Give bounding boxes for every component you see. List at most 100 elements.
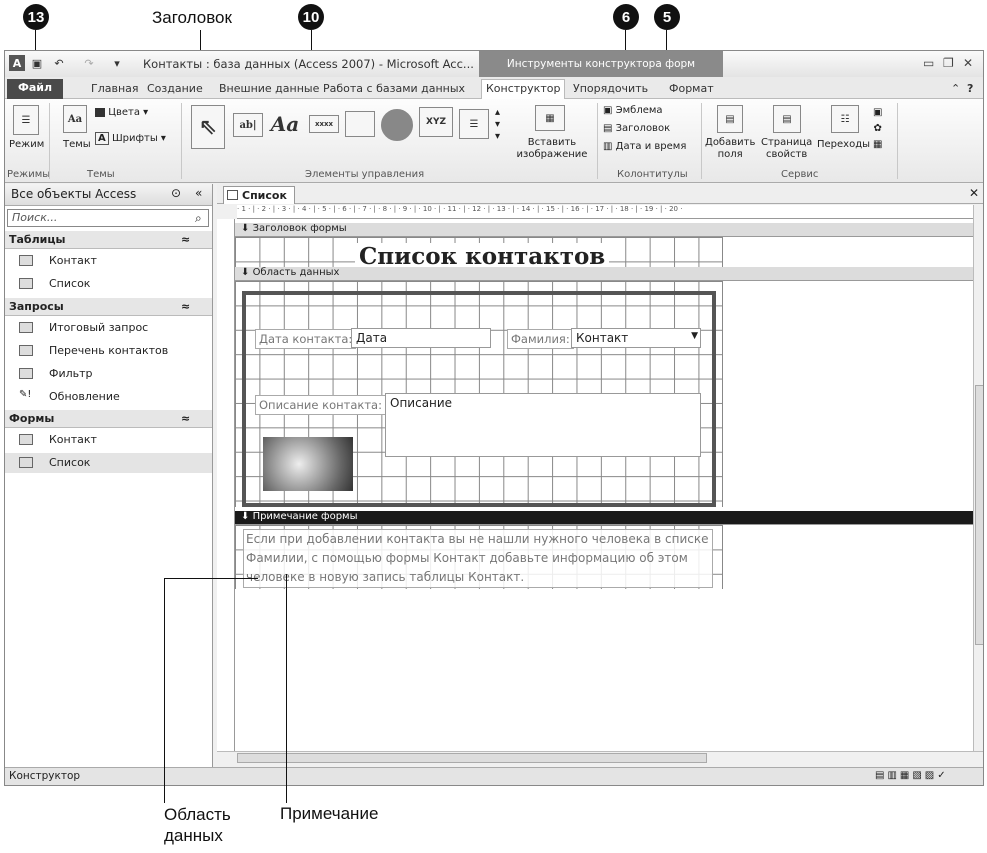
nav-section-queries[interactable]: Запросы ≈ xyxy=(5,298,212,316)
nav-item-list-table[interactable]: Список xyxy=(5,274,212,294)
form-title-label[interactable]: Список контактов xyxy=(355,243,610,270)
help-icon[interactable]: ? xyxy=(963,80,977,98)
nav-item-update-query[interactable]: ✎! Обновление xyxy=(5,387,212,407)
context-tools-band: Инструменты конструктора форм xyxy=(479,51,723,77)
form-icon xyxy=(227,190,238,200)
form-icon xyxy=(19,457,33,468)
contact-photo[interactable] xyxy=(263,437,353,491)
restore-icon[interactable]: ❐ xyxy=(943,56,954,70)
nav-item-contact-list-query[interactable]: Перечень контактов xyxy=(5,341,212,361)
chevron-down-icon[interactable]: ▼ xyxy=(691,331,698,341)
hyperlink-tool-icon[interactable] xyxy=(381,109,413,141)
button-tool-icon[interactable]: xxxx xyxy=(309,115,339,133)
query-icon xyxy=(19,345,33,356)
customize-qat-icon[interactable]: ▾ xyxy=(109,55,125,71)
transitions-button[interactable]: Переходы xyxy=(817,139,870,150)
insert-image-icon[interactable]: ▦ xyxy=(535,105,565,131)
navigation-pane: Все объекты Access ⊙ « Поиск... ⌕ Таблицы ≈… xyxy=(5,184,213,767)
footer-note-text[interactable]: Если при добавлении контакта вы не нашли… xyxy=(243,529,713,588)
minimize-icon[interactable]: ▭ xyxy=(923,56,934,70)
undo-icon[interactable]: ↶ xyxy=(51,55,67,71)
more-controls-icon[interactable]: ☰ xyxy=(459,109,489,139)
status-text: Конструктор xyxy=(9,770,81,782)
date-label[interactable]: Дата контакта: xyxy=(255,329,357,349)
tab-design[interactable]: Конструктор xyxy=(481,79,566,100)
redo-icon[interactable]: ↷ xyxy=(81,55,97,71)
doc-tab-list[interactable]: Список xyxy=(223,186,295,204)
property-sheet-icon[interactable]: ▤ xyxy=(773,105,801,133)
tab-database-tools[interactable]: Работа с базами данных xyxy=(319,80,469,98)
nav-pane-header[interactable]: Все объекты Access ⊙ « xyxy=(5,184,212,206)
callout-5: 5 xyxy=(654,4,680,30)
window-title: Контакты : база данных (Access 2007) - M… xyxy=(143,57,474,71)
nav-dropdown-icon[interactable]: ⊙ xyxy=(171,186,181,200)
select-pointer-icon[interactable]: ⇖ xyxy=(191,105,225,149)
form-footer-bar[interactable]: ⬇ Примечание формы xyxy=(235,511,973,525)
nav-item-contact-form[interactable]: Контакт xyxy=(5,430,212,450)
ribbon: ☰ Режим Режимы Aa Темы Цвета ▾ A Шрифты … xyxy=(5,99,983,183)
surname-label[interactable]: Фамилия: xyxy=(507,329,574,349)
gallery-expand-icon[interactable]: ▴ ▾ ▾ xyxy=(495,107,500,143)
tab-arrange[interactable]: Упорядочить xyxy=(569,80,652,98)
view-switch-icons[interactable]: ▤▥▦▧▨✓ xyxy=(875,770,949,781)
ribbon-tabs: Файл Главная Создание Внешние данные Раб… xyxy=(5,77,983,100)
detail-section-bar[interactable]: ⬇ Область данных xyxy=(235,267,973,281)
search-icon[interactable]: ⌕ xyxy=(195,211,202,226)
textbox-tool-icon[interactable]: ab| xyxy=(233,113,263,137)
extra-tools-icon[interactable]: ▣ ✿ ▦ xyxy=(873,105,882,153)
tab-external-data[interactable]: Внешние данные xyxy=(215,80,323,98)
vertical-scrollbar[interactable] xyxy=(973,205,983,765)
property-sheet-button[interactable]: Страница свойств xyxy=(761,137,812,161)
label-tool-icon[interactable]: Aa xyxy=(267,109,303,139)
callout-13: 13 xyxy=(23,4,49,30)
colors-button[interactable]: Цвета ▾ xyxy=(95,107,148,118)
nav-item-list-form[interactable]: Список xyxy=(5,453,212,473)
title-button[interactable]: ▤ Заголовок xyxy=(603,123,670,134)
callout-6: 6 xyxy=(613,4,639,30)
description-label[interactable]: Описание контакта: xyxy=(255,395,386,415)
add-fields-button[interactable]: Добавить поля xyxy=(705,137,755,161)
group-header-footer-label: Колонтитулы xyxy=(617,169,688,180)
add-fields-icon[interactable]: ▤ xyxy=(717,105,743,133)
tab-file[interactable]: Файл xyxy=(7,79,63,99)
document-tabs: Список ✕ xyxy=(217,184,983,204)
view-mode-icon[interactable]: ☰ xyxy=(13,105,39,135)
save-icon[interactable]: ▣ xyxy=(29,55,45,71)
callout-data-label: Область данных xyxy=(164,805,231,845)
description-field[interactable]: Описание xyxy=(385,393,701,457)
tab-home[interactable]: Главная xyxy=(87,80,143,98)
title-bar: A ▣ ↶ ↷ ▾ Контакты : база данных (Access… xyxy=(5,51,983,77)
insert-image-button[interactable]: Вставить изображение xyxy=(509,137,595,161)
table-icon xyxy=(19,278,33,289)
option-group-tool-icon[interactable]: XYZ xyxy=(419,107,453,137)
callout-note-label: Примечание xyxy=(280,804,379,823)
nav-item-filter-query[interactable]: Фильтр xyxy=(5,364,212,384)
horizontal-scrollbar[interactable] xyxy=(217,751,983,765)
table-icon xyxy=(19,255,33,266)
transitions-icon[interactable]: ☷ xyxy=(831,105,859,133)
nav-item-summary-query[interactable]: Итоговый запрос xyxy=(5,318,212,338)
tab-control-tool-icon[interactable] xyxy=(345,111,375,137)
tab-create[interactable]: Создание xyxy=(143,80,207,98)
date-field[interactable]: Дата xyxy=(351,328,491,348)
form-icon xyxy=(19,434,33,445)
fonts-button[interactable]: A Шрифты ▾ xyxy=(95,132,166,145)
ribbon-minimize-icon[interactable]: ⌃ xyxy=(947,80,964,98)
themes-icon[interactable]: Aa xyxy=(63,105,87,133)
nav-collapse-icon[interactable]: « xyxy=(195,186,202,200)
tab-format[interactable]: Формат xyxy=(665,80,718,98)
nav-section-tables[interactable]: Таблицы ≈ xyxy=(5,231,212,249)
nav-search-input[interactable]: Поиск... xyxy=(7,209,209,227)
nav-section-forms[interactable]: Формы ≈ xyxy=(5,410,212,428)
logo-button[interactable]: ▣ Эмблема xyxy=(603,105,663,116)
surname-combo[interactable]: Контакт ▼ xyxy=(571,328,701,348)
date-time-button[interactable]: ▥ Дата и время xyxy=(603,141,686,152)
close-doc-icon[interactable]: ✕ xyxy=(969,186,979,200)
themes-button[interactable]: Темы xyxy=(63,139,91,150)
view-mode-button[interactable]: Режим xyxy=(9,139,44,150)
query-icon xyxy=(19,368,33,379)
form-header-bar[interactable]: ⬇ Заголовок формы xyxy=(235,223,973,237)
group-controls-label: Элементы управления xyxy=(305,169,425,180)
close-icon[interactable]: ✕ xyxy=(963,56,973,70)
nav-item-contact-table[interactable]: Контакт xyxy=(5,251,212,271)
